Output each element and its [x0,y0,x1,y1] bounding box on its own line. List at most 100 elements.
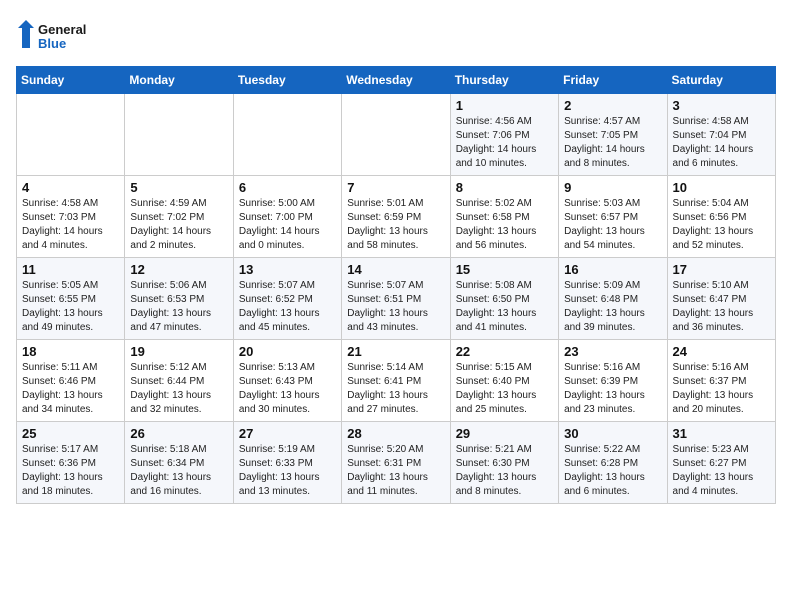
calendar-cell: 21 Sunrise: 5:14 AM Sunset: 6:41 PM Dayli… [342,340,450,422]
header-day-sunday: Sunday [17,67,125,94]
svg-text:Blue: Blue [38,36,66,51]
day-number: 11 [22,262,119,277]
calendar-cell: 13 Sunrise: 5:07 AM Sunset: 6:52 PM Dayli… [233,258,341,340]
calendar-cell: 10 Sunrise: 5:04 AM Sunset: 6:56 PM Dayli… [667,176,775,258]
day-info: Sunrise: 4:58 AM Sunset: 7:04 PM Dayligh… [673,115,770,171]
day-number: 15 [456,262,553,277]
header-day-thursday: Thursday [450,67,558,94]
day-info: Sunrise: 5:10 AM Sunset: 6:47 PM Dayligh… [673,279,770,335]
day-number: 29 [456,426,553,441]
day-number: 5 [130,180,227,195]
calendar-cell: 29 Sunrise: 5:21 AM Sunset: 6:30 PM Dayli… [450,422,558,504]
calendar-cell: 28 Sunrise: 5:20 AM Sunset: 6:31 PM Dayli… [342,422,450,504]
week-row-4: 25Sunrise: 5:17 AM Sunset: 6:36 PM Dayli… [17,422,776,504]
day-info: Sunrise: 4:59 AM Sunset: 7:02 PM Dayligh… [130,197,227,253]
day-info: Sunrise: 5:23 AM Sunset: 6:27 PM Dayligh… [673,443,770,499]
day-info: Sunrise: 5:07 AM Sunset: 6:52 PM Dayligh… [239,279,336,335]
day-number: 22 [456,344,553,359]
day-info: Sunrise: 5:11 AM Sunset: 6:46 PM Dayligh… [22,361,119,417]
logo: GeneralBlue [16,16,86,56]
week-row-3: 18 Sunrise: 5:11 AM Sunset: 6:46 PM Dayli… [17,340,776,422]
calendar-cell: 16 Sunrise: 5:09 AM Sunset: 6:48 PM Dayli… [559,258,667,340]
calendar-cell [17,94,125,176]
day-number: 19 [130,344,227,359]
calendar-cell: 4 Sunrise: 4:58 AM Sunset: 7:03 PM Daylig… [17,176,125,258]
day-number: 10 [673,180,770,195]
calendar-cell: 25Sunrise: 5:17 AM Sunset: 6:36 PM Dayli… [17,422,125,504]
logo-svg: GeneralBlue [16,16,86,56]
calendar-cell: 31Sunrise: 5:23 AM Sunset: 6:27 PM Dayli… [667,422,775,504]
header-day-friday: Friday [559,67,667,94]
day-number: 1 [456,98,553,113]
svg-text:General: General [38,22,86,37]
day-info: Sunrise: 5:17 AM Sunset: 6:36 PM Dayligh… [22,443,119,499]
day-info: Sunrise: 5:20 AM Sunset: 6:31 PM Dayligh… [347,443,444,499]
day-info: Sunrise: 4:56 AM Sunset: 7:06 PM Dayligh… [456,115,553,171]
day-number: 7 [347,180,444,195]
calendar-cell: 24 Sunrise: 5:16 AM Sunset: 6:37 PM Dayli… [667,340,775,422]
day-number: 23 [564,344,661,359]
day-info: Sunrise: 4:57 AM Sunset: 7:05 PM Dayligh… [564,115,661,171]
day-info: Sunrise: 5:16 AM Sunset: 6:37 PM Dayligh… [673,361,770,417]
day-number: 2 [564,98,661,113]
week-row-1: 4 Sunrise: 4:58 AM Sunset: 7:03 PM Daylig… [17,176,776,258]
day-number: 24 [673,344,770,359]
calendar-cell: 22 Sunrise: 5:15 AM Sunset: 6:40 PM Dayli… [450,340,558,422]
day-info: Sunrise: 5:15 AM Sunset: 6:40 PM Dayligh… [456,361,553,417]
calendar-cell: 20 Sunrise: 5:13 AM Sunset: 6:43 PM Dayli… [233,340,341,422]
calendar-cell: 14 Sunrise: 5:07 AM Sunset: 6:51 PM Dayli… [342,258,450,340]
day-info: Sunrise: 5:14 AM Sunset: 6:41 PM Dayligh… [347,361,444,417]
day-info: Sunrise: 5:21 AM Sunset: 6:30 PM Dayligh… [456,443,553,499]
day-number: 18 [22,344,119,359]
calendar-cell: 2 Sunrise: 4:57 AM Sunset: 7:05 PM Daylig… [559,94,667,176]
calendar-cell: 5 Sunrise: 4:59 AM Sunset: 7:02 PM Daylig… [125,176,233,258]
calendar-cell: 18 Sunrise: 5:11 AM Sunset: 6:46 PM Dayli… [17,340,125,422]
day-info: Sunrise: 5:07 AM Sunset: 6:51 PM Dayligh… [347,279,444,335]
calendar-cell: 3 Sunrise: 4:58 AM Sunset: 7:04 PM Daylig… [667,94,775,176]
day-info: Sunrise: 5:04 AM Sunset: 6:56 PM Dayligh… [673,197,770,253]
calendar-cell: 7 Sunrise: 5:01 AM Sunset: 6:59 PM Daylig… [342,176,450,258]
calendar-header: SundayMondayTuesdayWednesdayThursdayFrid… [17,67,776,94]
day-number: 9 [564,180,661,195]
day-number: 12 [130,262,227,277]
day-number: 30 [564,426,661,441]
day-info: Sunrise: 5:13 AM Sunset: 6:43 PM Dayligh… [239,361,336,417]
week-row-2: 11 Sunrise: 5:05 AM Sunset: 6:55 PM Dayli… [17,258,776,340]
day-info: Sunrise: 5:02 AM Sunset: 6:58 PM Dayligh… [456,197,553,253]
day-number: 20 [239,344,336,359]
day-info: Sunrise: 5:19 AM Sunset: 6:33 PM Dayligh… [239,443,336,499]
header-day-tuesday: Tuesday [233,67,341,94]
day-info: Sunrise: 5:03 AM Sunset: 6:57 PM Dayligh… [564,197,661,253]
calendar-cell: 30 Sunrise: 5:22 AM Sunset: 6:28 PM Dayli… [559,422,667,504]
day-number: 13 [239,262,336,277]
day-number: 8 [456,180,553,195]
day-number: 21 [347,344,444,359]
day-number: 14 [347,262,444,277]
day-info: Sunrise: 5:05 AM Sunset: 6:55 PM Dayligh… [22,279,119,335]
calendar-cell: 27 Sunrise: 5:19 AM Sunset: 6:33 PM Dayli… [233,422,341,504]
day-number: 3 [673,98,770,113]
calendar-cell: 8 Sunrise: 5:02 AM Sunset: 6:58 PM Daylig… [450,176,558,258]
calendar-cell: 9 Sunrise: 5:03 AM Sunset: 6:57 PM Daylig… [559,176,667,258]
day-number: 6 [239,180,336,195]
day-number: 28 [347,426,444,441]
day-info: Sunrise: 5:12 AM Sunset: 6:44 PM Dayligh… [130,361,227,417]
day-number: 27 [239,426,336,441]
calendar-cell: 1 Sunrise: 4:56 AM Sunset: 7:06 PM Daylig… [450,94,558,176]
calendar-cell: 15Sunrise: 5:08 AM Sunset: 6:50 PM Dayli… [450,258,558,340]
calendar-cell [342,94,450,176]
calendar-cell: 17 Sunrise: 5:10 AM Sunset: 6:47 PM Dayli… [667,258,775,340]
day-number: 17 [673,262,770,277]
calendar-body: 1 Sunrise: 4:56 AM Sunset: 7:06 PM Daylig… [17,94,776,504]
header-day-saturday: Saturday [667,67,775,94]
header-day-monday: Monday [125,67,233,94]
calendar-cell: 12Sunrise: 5:06 AM Sunset: 6:53 PM Dayli… [125,258,233,340]
day-info: Sunrise: 4:58 AM Sunset: 7:03 PM Dayligh… [22,197,119,253]
day-info: Sunrise: 5:01 AM Sunset: 6:59 PM Dayligh… [347,197,444,253]
day-info: Sunrise: 5:22 AM Sunset: 6:28 PM Dayligh… [564,443,661,499]
header-day-wednesday: Wednesday [342,67,450,94]
header-row: SundayMondayTuesdayWednesdayThursdayFrid… [17,67,776,94]
day-number: 4 [22,180,119,195]
day-number: 16 [564,262,661,277]
day-info: Sunrise: 5:09 AM Sunset: 6:48 PM Dayligh… [564,279,661,335]
